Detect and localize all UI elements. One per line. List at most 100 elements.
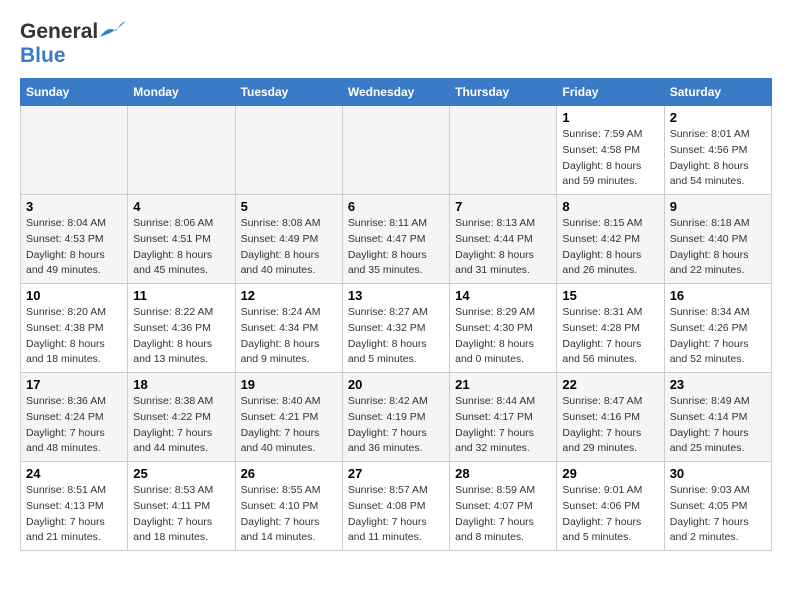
day-number: 7: [455, 199, 551, 214]
day-number: 17: [26, 377, 122, 392]
day-info: Sunrise: 8:47 AM Sunset: 4:16 PM Dayligh…: [562, 394, 658, 457]
day-info: Sunrise: 8:29 AM Sunset: 4:30 PM Dayligh…: [455, 305, 551, 368]
weekday-header-row: SundayMondayTuesdayWednesdayThursdayFrid…: [21, 79, 772, 106]
calendar-week-1: 1 Sunrise: 7:59 AM Sunset: 4:58 PM Daylig…: [21, 106, 772, 195]
calendar-cell: 27Sunrise: 8:57 AM Sunset: 4:08 PM Dayli…: [342, 462, 449, 551]
day-number: 11: [133, 288, 229, 303]
calendar-cell: 3Sunrise: 8:04 AM Sunset: 4:53 PM Daylig…: [21, 195, 128, 284]
day-number: 27: [348, 466, 444, 481]
day-info: Sunrise: 8:24 AM Sunset: 4:34 PM Dayligh…: [241, 305, 337, 368]
day-info: Sunrise: 8:49 AM Sunset: 4:14 PM Dayligh…: [670, 394, 766, 457]
day-number: 19: [241, 377, 337, 392]
calendar-week-4: 17 Sunrise: 8:36 AM Sunset: 4:24 PM Dayli…: [21, 373, 772, 462]
calendar-cell: 5 Sunrise: 8:08 AM Sunset: 4:49 PM Daylig…: [235, 195, 342, 284]
day-info: Sunrise: 8:51 AM Sunset: 4:13 PM Dayligh…: [26, 483, 122, 546]
calendar-cell: [342, 106, 449, 195]
logo: GeneralBlue: [20, 20, 126, 68]
calendar-cell: 15Sunrise: 8:31 AM Sunset: 4:28 PM Dayli…: [557, 284, 664, 373]
day-info: Sunrise: 8:38 AM Sunset: 4:22 PM Dayligh…: [133, 394, 229, 457]
calendar-table: SundayMondayTuesdayWednesdayThursdayFrid…: [20, 78, 772, 551]
calendar-cell: [21, 106, 128, 195]
calendar-cell: 6 Sunrise: 8:11 AM Sunset: 4:47 PM Daylig…: [342, 195, 449, 284]
day-number: 6: [348, 199, 444, 214]
calendar-cell: 23Sunrise: 8:49 AM Sunset: 4:14 PM Dayli…: [664, 373, 771, 462]
day-info: Sunrise: 8:55 AM Sunset: 4:10 PM Dayligh…: [241, 483, 337, 546]
day-info: Sunrise: 8:20 AM Sunset: 4:38 PM Dayligh…: [26, 305, 122, 368]
day-info: Sunrise: 8:13 AM Sunset: 4:44 PM Dayligh…: [455, 216, 551, 279]
calendar-cell: 13 Sunrise: 8:27 AM Sunset: 4:32 PM Dayli…: [342, 284, 449, 373]
day-info: Sunrise: 8:06 AM Sunset: 4:51 PM Dayligh…: [133, 216, 229, 279]
calendar-cell: 2 Sunrise: 8:01 AM Sunset: 4:56 PM Daylig…: [664, 106, 771, 195]
calendar-cell: 8 Sunrise: 8:15 AM Sunset: 4:42 PM Daylig…: [557, 195, 664, 284]
calendar-cell: 20 Sunrise: 8:42 AM Sunset: 4:19 PM Dayli…: [342, 373, 449, 462]
day-number: 28: [455, 466, 551, 481]
day-number: 2: [670, 110, 766, 125]
day-number: 16: [670, 288, 766, 303]
day-number: 10: [26, 288, 122, 303]
day-number: 8: [562, 199, 658, 214]
calendar-cell: 14 Sunrise: 8:29 AM Sunset: 4:30 PM Dayli…: [450, 284, 557, 373]
calendar-cell: [128, 106, 235, 195]
day-info: Sunrise: 7:59 AM Sunset: 4:58 PM Dayligh…: [562, 127, 658, 190]
day-number: 21: [455, 377, 551, 392]
day-info: Sunrise: 8:53 AM Sunset: 4:11 PM Dayligh…: [133, 483, 229, 546]
weekday-header-monday: Monday: [128, 79, 235, 106]
calendar-cell: 22 Sunrise: 8:47 AM Sunset: 4:16 PM Dayli…: [557, 373, 664, 462]
calendar-cell: [235, 106, 342, 195]
day-number: 18: [133, 377, 229, 392]
day-info: Sunrise: 8:18 AM Sunset: 4:40 PM Dayligh…: [670, 216, 766, 279]
day-info: Sunrise: 8:27 AM Sunset: 4:32 PM Dayligh…: [348, 305, 444, 368]
day-number: 20: [348, 377, 444, 392]
day-info: Sunrise: 9:03 AM Sunset: 4:05 PM Dayligh…: [670, 483, 766, 546]
page-header: GeneralBlue: [20, 20, 772, 68]
logo-general-text: General: [20, 20, 98, 44]
day-info: Sunrise: 8:15 AM Sunset: 4:42 PM Dayligh…: [562, 216, 658, 279]
calendar-cell: [450, 106, 557, 195]
day-info: Sunrise: 8:31 AM Sunset: 4:28 PM Dayligh…: [562, 305, 658, 368]
day-number: 14: [455, 288, 551, 303]
day-info: Sunrise: 8:34 AM Sunset: 4:26 PM Dayligh…: [670, 305, 766, 368]
day-number: 1: [562, 110, 658, 125]
calendar-week-3: 10 Sunrise: 8:20 AM Sunset: 4:38 PM Dayli…: [21, 284, 772, 373]
day-number: 12: [241, 288, 337, 303]
day-number: 3: [26, 199, 122, 214]
day-info: Sunrise: 8:22 AM Sunset: 4:36 PM Dayligh…: [133, 305, 229, 368]
calendar-cell: 12 Sunrise: 8:24 AM Sunset: 4:34 PM Dayli…: [235, 284, 342, 373]
calendar-cell: 18 Sunrise: 8:38 AM Sunset: 4:22 PM Dayli…: [128, 373, 235, 462]
day-number: 5: [241, 199, 337, 214]
calendar-cell: 29 Sunrise: 9:01 AM Sunset: 4:06 PM Dayli…: [557, 462, 664, 551]
day-number: 22: [562, 377, 658, 392]
day-info: Sunrise: 9:01 AM Sunset: 4:06 PM Dayligh…: [562, 483, 658, 546]
calendar-cell: 24 Sunrise: 8:51 AM Sunset: 4:13 PM Dayli…: [21, 462, 128, 551]
weekday-header-friday: Friday: [557, 79, 664, 106]
calendar-cell: 30 Sunrise: 9:03 AM Sunset: 4:05 PM Dayli…: [664, 462, 771, 551]
logo-blue-text: Blue: [20, 44, 66, 68]
logo-icon: [98, 21, 126, 43]
day-info: Sunrise: 8:44 AM Sunset: 4:17 PM Dayligh…: [455, 394, 551, 457]
day-number: 29: [562, 466, 658, 481]
weekday-header-saturday: Saturday: [664, 79, 771, 106]
day-info: Sunrise: 8:42 AM Sunset: 4:19 PM Dayligh…: [348, 394, 444, 457]
day-info: Sunrise: 8:01 AM Sunset: 4:56 PM Dayligh…: [670, 127, 766, 190]
day-info: Sunrise: 8:11 AM Sunset: 4:47 PM Dayligh…: [348, 216, 444, 279]
day-number: 30: [670, 466, 766, 481]
day-number: 4: [133, 199, 229, 214]
calendar-cell: 21 Sunrise: 8:44 AM Sunset: 4:17 PM Dayli…: [450, 373, 557, 462]
day-number: 13: [348, 288, 444, 303]
calendar-cell: 17 Sunrise: 8:36 AM Sunset: 4:24 PM Dayli…: [21, 373, 128, 462]
day-info: Sunrise: 8:40 AM Sunset: 4:21 PM Dayligh…: [241, 394, 337, 457]
calendar-week-2: 3Sunrise: 8:04 AM Sunset: 4:53 PM Daylig…: [21, 195, 772, 284]
calendar-cell: 16 Sunrise: 8:34 AM Sunset: 4:26 PM Dayli…: [664, 284, 771, 373]
day-number: 26: [241, 466, 337, 481]
day-info: Sunrise: 8:36 AM Sunset: 4:24 PM Dayligh…: [26, 394, 122, 457]
day-number: 9: [670, 199, 766, 214]
calendar-cell: 28 Sunrise: 8:59 AM Sunset: 4:07 PM Dayli…: [450, 462, 557, 551]
day-number: 24: [26, 466, 122, 481]
day-info: Sunrise: 8:59 AM Sunset: 4:07 PM Dayligh…: [455, 483, 551, 546]
calendar-cell: 26 Sunrise: 8:55 AM Sunset: 4:10 PM Dayli…: [235, 462, 342, 551]
calendar-cell: 9 Sunrise: 8:18 AM Sunset: 4:40 PM Daylig…: [664, 195, 771, 284]
weekday-header-wednesday: Wednesday: [342, 79, 449, 106]
weekday-header-sunday: Sunday: [21, 79, 128, 106]
day-info: Sunrise: 8:08 AM Sunset: 4:49 PM Dayligh…: [241, 216, 337, 279]
weekday-header-tuesday: Tuesday: [235, 79, 342, 106]
